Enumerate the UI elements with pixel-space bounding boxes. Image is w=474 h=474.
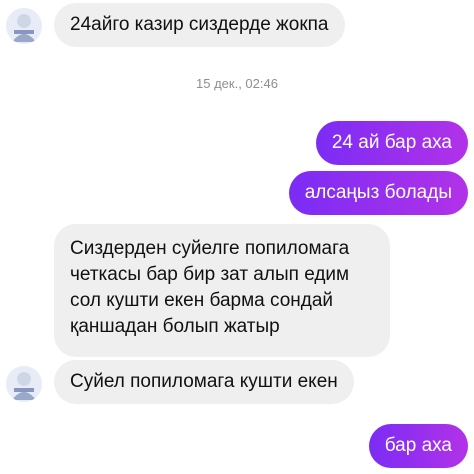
contact-avatar[interactable] [6,8,42,44]
message-line: Сиздерден суйелге попиломага [70,238,350,259]
message-text: бар аха [384,435,452,456]
message-line: қаншадан болып жатыр [70,316,280,337]
outgoing-message[interactable]: 24 ай бар аха [315,121,468,165]
profile-photo-icon [6,366,42,402]
chat-thread: 24айго казир сиздерде жокпа 15 дек., 02:… [0,0,474,474]
message-text: 24айго казир сиздерде жокпа [70,14,329,35]
message-line: сол кушти екен барма сондай [70,290,334,311]
message-text: алсаңыз болады [304,182,452,203]
profile-photo-icon [6,8,42,44]
message-line: четкасы бар бир зат алып едим [70,264,350,285]
incoming-message[interactable]: Суйел попиломага кушти екен [54,360,354,404]
incoming-message[interactable]: 24айго казир сиздерде жокпа [54,3,345,47]
incoming-message[interactable]: Сиздерден суйелге попиломага четкасы бар… [54,224,390,357]
outgoing-message[interactable]: алсаңыз болады [288,171,468,215]
message-text: Суйел попиломага кушти екен [70,371,338,392]
timestamp-divider: 15 дек., 02:46 [196,76,278,91]
outgoing-message[interactable]: бар аха [368,424,468,468]
contact-avatar[interactable] [6,366,42,402]
message-text: 24 ай бар аха [331,132,452,153]
